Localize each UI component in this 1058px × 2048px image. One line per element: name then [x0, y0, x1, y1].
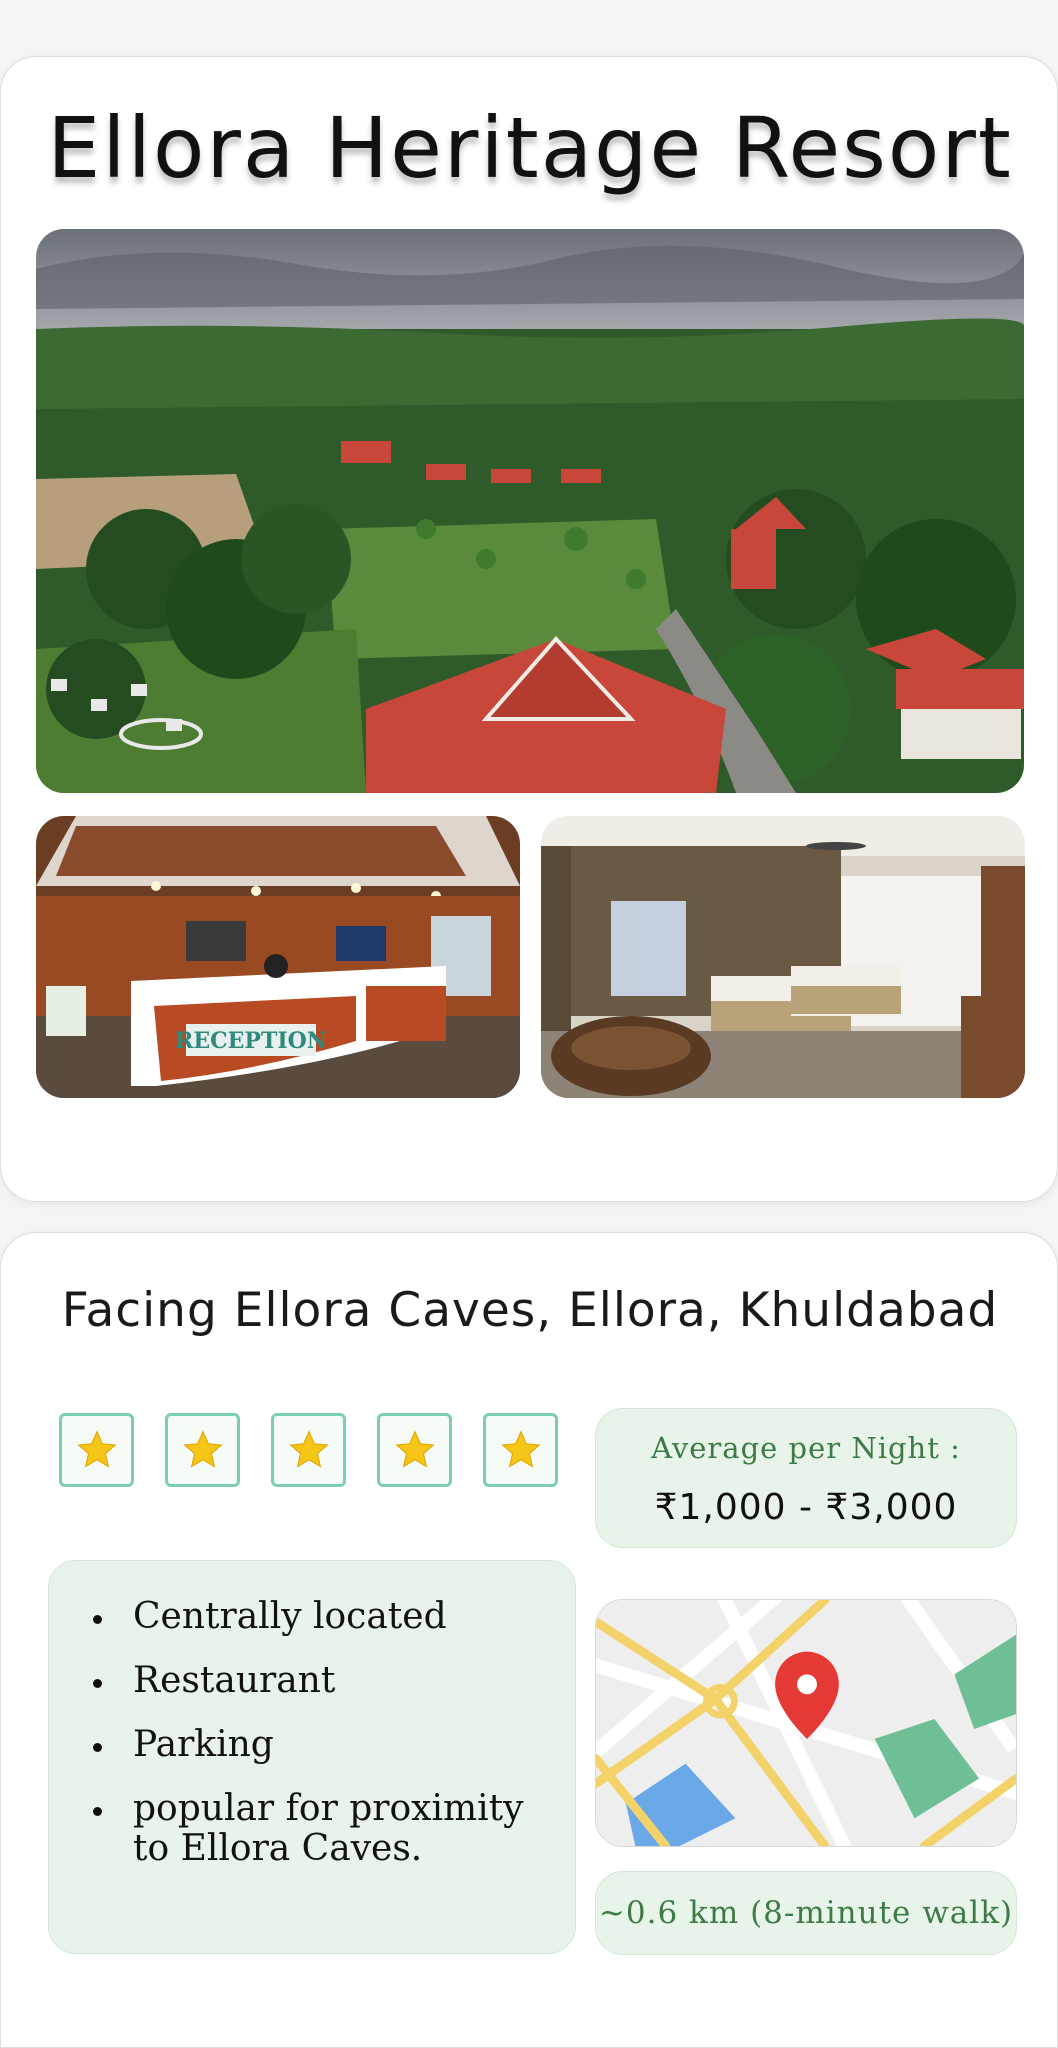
amenity-item: Restaurant [93, 1661, 553, 1701]
amenity-item: popular for proximity to Ellora Caves. [93, 1789, 553, 1869]
distance-badge: ~0.6 km (8-minute walk) [595, 1871, 1017, 1955]
amenities-list: Centrally located Restaurant Parking pop… [93, 1597, 553, 1893]
reception-lobby-photo[interactable]: RECEPTION [36, 816, 520, 1098]
price-value: ₹1,000 - ₹3,000 [654, 1487, 958, 1528]
aerial-view-photo[interactable] [36, 229, 1024, 793]
star-icon [59, 1413, 134, 1487]
address-text: Facing Ellora Caves, Ellora, Khuldabad [61, 1283, 999, 1338]
guest-room-photo[interactable] [541, 816, 1025, 1098]
page-title: Ellora Heritage Resort [47, 99, 1013, 197]
star-icon [271, 1413, 346, 1487]
gallery-card: Ellora Heritage Resort RECEPTION [0, 56, 1058, 1202]
reception-sign-text: RECEPTION [175, 1028, 327, 1054]
star-icon [483, 1413, 558, 1487]
amenity-item: Centrally located [93, 1597, 553, 1637]
price-label: Average per Night : [651, 1431, 961, 1465]
amenity-item: Parking [93, 1725, 553, 1765]
amenities-panel: Centrally located Restaurant Parking pop… [48, 1560, 576, 1954]
star-icon [165, 1413, 240, 1487]
location-map[interactable] [595, 1599, 1017, 1847]
details-card: Facing Ellora Caves, Ellora, Khuldabad A… [0, 1232, 1058, 2048]
price-panel: Average per Night : ₹1,000 - ₹3,000 [595, 1408, 1017, 1548]
star-rating [59, 1413, 559, 1489]
star-icon [377, 1413, 452, 1487]
